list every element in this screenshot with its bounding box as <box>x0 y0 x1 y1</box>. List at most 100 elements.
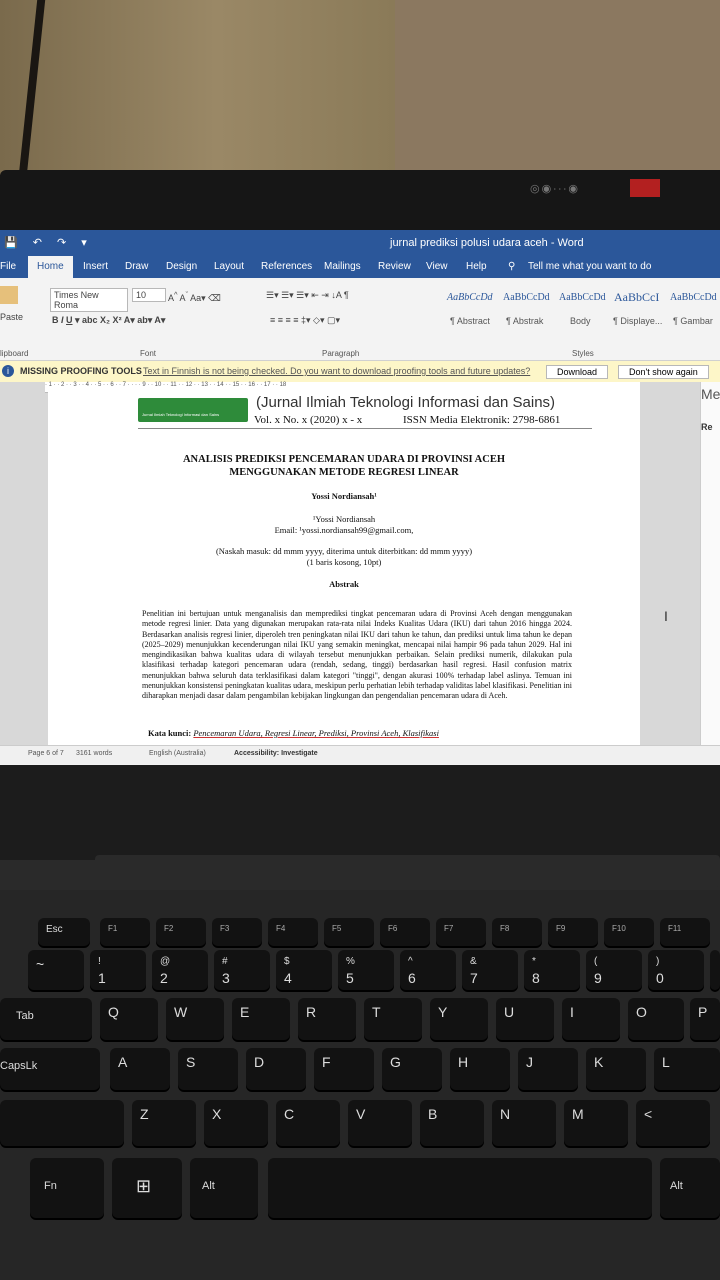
key-z[interactable]: Z <box>132 1100 196 1146</box>
style-sample-abstract[interactable]: AaBbCcDd <box>447 292 493 303</box>
key-8[interactable]: * 8 <box>524 950 580 990</box>
key-comma[interactable]: < <box>636 1100 710 1146</box>
style-sample-displayed[interactable]: AaBbCcI <box>614 290 659 305</box>
key-alt-left[interactable]: Alt <box>190 1158 258 1218</box>
key-capslock[interactable]: CapsLk <box>0 1048 100 1090</box>
style-sample-gambar[interactable]: AaBbCcDd <box>670 292 717 303</box>
key-g[interactable]: G <box>382 1048 442 1090</box>
key-minus[interactable] <box>710 950 720 990</box>
dont-show-again-button[interactable]: Don't show again <box>618 365 709 379</box>
accessibility-status[interactable]: Accessibility: Investigate <box>234 750 318 757</box>
paste-icon[interactable] <box>0 286 18 304</box>
key-f2[interactable]: F2 <box>156 918 206 946</box>
key-q[interactable]: Q <box>100 998 158 1040</box>
key-t[interactable]: T <box>364 998 422 1040</box>
key-9[interactable]: (9 <box>586 950 642 990</box>
font-format-icons[interactable]: B I U ▾ abc X₂ X² A▾ ab▾ A▾ <box>52 315 165 326</box>
tab-home[interactable]: Home <box>28 256 73 278</box>
key-2[interactable]: @2 <box>152 950 208 990</box>
tell-me-box[interactable]: Tell me what you want to do <box>528 261 651 272</box>
tell-me-icon[interactable]: ⚲ <box>508 261 515 272</box>
tab-draw[interactable]: Draw <box>125 261 148 272</box>
key-f11[interactable]: F11 <box>660 918 710 946</box>
key-k[interactable]: K <box>586 1048 646 1090</box>
key-m[interactable]: M <box>564 1100 628 1146</box>
key-f8[interactable]: F8 <box>492 918 542 946</box>
key-1[interactable]: ! 1 <box>90 950 146 990</box>
key-l[interactable]: L <box>654 1048 720 1090</box>
tab-review[interactable]: Review <box>378 261 411 272</box>
key-p[interactable]: P <box>690 998 720 1040</box>
key-0[interactable]: ) 0 <box>648 950 704 990</box>
key-i[interactable]: I <box>562 998 620 1040</box>
language-status[interactable]: English (Australia) <box>149 750 206 757</box>
key-f9[interactable]: F9 <box>548 918 598 946</box>
key-f3[interactable]: F3 <box>212 918 262 946</box>
font-name-box[interactable]: Times New Roma <box>50 288 128 312</box>
key-a[interactable]: A <box>110 1048 170 1090</box>
tab-insert[interactable]: Insert <box>83 261 108 272</box>
key-h[interactable]: H <box>450 1048 510 1090</box>
key-b[interactable]: B <box>420 1100 484 1146</box>
key-s[interactable]: S <box>178 1048 238 1090</box>
key-f4[interactable]: F4 <box>268 918 318 946</box>
key-space[interactable] <box>268 1158 652 1218</box>
quick-access-toolbar[interactable]: 💾 ↶ ↷ ▾ <box>4 236 93 249</box>
paste-button[interactable]: Paste <box>0 312 23 322</box>
key-f10[interactable]: F10 <box>604 918 654 946</box>
style-sample-abstrak[interactable]: AaBbCcDd <box>503 292 550 303</box>
key-5[interactable]: % 5 <box>338 950 394 990</box>
key-f7[interactable]: F7 <box>436 918 486 946</box>
style-name-abstract[interactable]: ¶ Abstract <box>450 316 490 326</box>
key-3[interactable]: #3 <box>214 950 270 990</box>
key-fn[interactable]: Fn <box>30 1158 104 1218</box>
key-esc[interactable]: Esc <box>38 918 90 946</box>
page-count[interactable]: Page 6 of 7 <box>28 750 64 757</box>
tab-view[interactable]: View <box>426 261 448 272</box>
key-y[interactable]: Y <box>430 998 488 1040</box>
key-r[interactable]: R <box>298 998 356 1040</box>
tab-mailings[interactable]: Mailings <box>324 261 361 272</box>
key-f1[interactable]: F1 <box>100 918 150 946</box>
key-x[interactable]: X <box>204 1100 268 1146</box>
key-o[interactable]: O <box>628 998 684 1040</box>
key-w[interactable]: W <box>166 998 224 1040</box>
style-name-gambar[interactable]: ¶ Gambar <box>673 316 713 326</box>
font-size-box[interactable]: 10 <box>132 288 166 302</box>
align-icons[interactable]: ≡ ≡ ≡ ≡ ‡▾ ◇▾ ▢▾ <box>270 315 340 326</box>
style-name-abstrak[interactable]: ¶ Abstrak <box>506 316 543 326</box>
key-f5[interactable]: F5 <box>324 918 374 946</box>
document-page[interactable]: Jurnal Ilmiah Teknologi Informasi dan Sa… <box>48 392 640 752</box>
key-f6[interactable]: F6 <box>380 918 430 946</box>
key-e[interactable]: E <box>232 998 290 1040</box>
key-u[interactable]: U <box>496 998 554 1040</box>
word-count[interactable]: 3161 words <box>76 750 112 757</box>
tab-file[interactable]: File <box>0 261 16 272</box>
side-pane[interactable]: Me Re <box>700 382 720 752</box>
key-n[interactable]: N <box>492 1100 556 1146</box>
key-d[interactable]: D <box>246 1048 306 1090</box>
style-name-displayed[interactable]: ¶ Displaye... <box>613 316 662 326</box>
list-icons[interactable]: ☰▾ ☰▾ ☰▾ ⇤ ⇥ ↓A ¶ <box>266 290 349 301</box>
tab-references[interactable]: References <box>261 261 312 272</box>
style-sample-body[interactable]: AaBbCcDd <box>559 292 606 303</box>
key-4[interactable]: $4 <box>276 950 332 990</box>
key-7[interactable]: & 7 <box>462 950 518 990</box>
key-f[interactable]: F <box>314 1048 374 1090</box>
tab-layout[interactable]: Layout <box>214 261 244 272</box>
key-v[interactable]: V <box>348 1100 412 1146</box>
windows-key-icon[interactable]: ⊞ <box>112 1158 182 1218</box>
tab-design[interactable]: Design <box>166 261 197 272</box>
style-name-body[interactable]: Body <box>570 316 591 326</box>
key-tab[interactable]: Tab <box>0 998 92 1040</box>
key-c[interactable]: C <box>276 1100 340 1146</box>
grow-font-icon[interactable]: A^ Aˇ Aa▾ ⌫ <box>168 290 221 304</box>
tab-help[interactable]: Help <box>466 261 487 272</box>
proofing-text[interactable]: Text in Finnish is not being checked. Do… <box>143 366 530 376</box>
key-j[interactable]: J <box>518 1048 578 1090</box>
key-shift-left[interactable] <box>0 1100 124 1146</box>
key-alt-right[interactable]: Alt <box>660 1158 720 1218</box>
download-button[interactable]: Download <box>546 365 609 379</box>
key-6[interactable]: ^ 6 <box>400 950 456 990</box>
key-tilde[interactable]: ~ <box>28 950 84 990</box>
